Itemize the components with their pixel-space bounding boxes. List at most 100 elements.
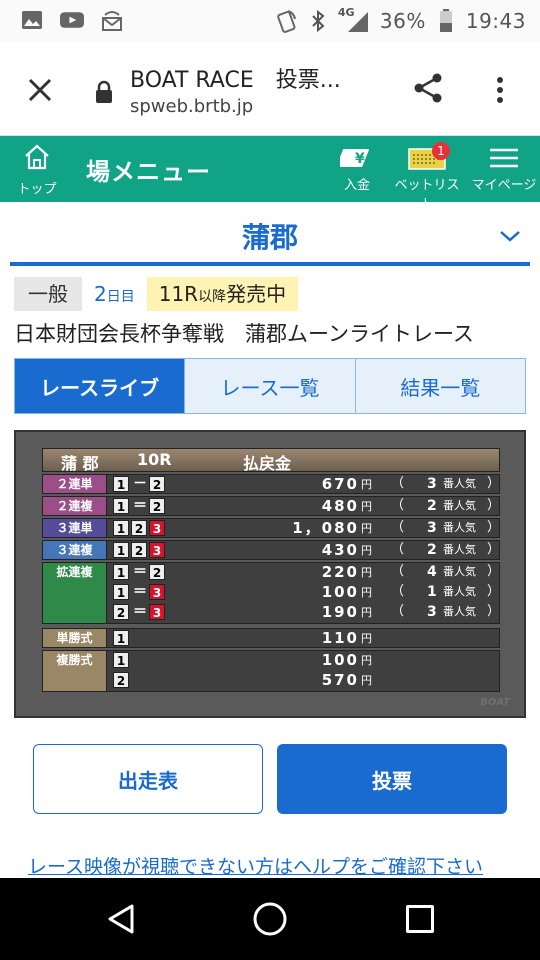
wide-line: 1 ＝ 3 100 円 （ 1 番人気 ）: [43, 583, 501, 603]
popularity: （ 3 番人気 ）: [383, 603, 501, 621]
more-menu-icon[interactable]: [490, 72, 510, 108]
site-nav: トップ 場メニュー ¥ 入金 1 ベットリスト マイページ: [0, 136, 540, 212]
home-icon: [25, 144, 49, 170]
popularity: （ 4 番人気 ）: [383, 563, 501, 581]
boat-number: 2: [149, 564, 165, 580]
bluetooth-icon: [306, 9, 330, 33]
boat-number: 1: [113, 476, 129, 492]
paren-open: （: [391, 564, 405, 579]
payout-amount: 480: [321, 497, 359, 515]
popularity: （ 3 番人気 ）: [383, 475, 501, 493]
popularity-suffix: 番人気: [443, 543, 476, 556]
grade-badge: 一般: [14, 277, 82, 311]
chevron-down-icon[interactable]: [498, 226, 522, 246]
battery-percent: 36%: [379, 9, 426, 33]
boat-number: 2: [149, 498, 165, 514]
payout-amount: 190: [321, 603, 359, 621]
paren-open: （: [391, 498, 405, 513]
payout-amount: 100: [321, 583, 359, 601]
boat-number: 2: [113, 672, 129, 688]
popularity-suffix: 番人気: [443, 565, 476, 578]
board-race: 10R: [137, 450, 172, 469]
boat-number: 1: [113, 564, 129, 580]
popularity-suffix: 番人気: [443, 477, 476, 490]
signal-icon: 4G: [338, 6, 372, 34]
popularity: （ 2 番人気 ）: [383, 541, 501, 559]
gallery-icon: [20, 8, 44, 32]
yen-unit: 円: [361, 478, 372, 491]
popularity-rank: 3: [427, 520, 437, 536]
popularity-rank: 2: [427, 498, 437, 514]
separator: －: [133, 476, 147, 492]
tab-race-live[interactable]: レースライブ: [15, 359, 186, 413]
separator: ＝: [133, 584, 147, 600]
vote-button[interactable]: 投票: [277, 744, 507, 814]
tab-race-list[interactable]: レース一覧: [185, 359, 356, 413]
popularity-rank: 2: [427, 542, 437, 558]
popularity-rank: 1: [427, 584, 437, 600]
yen-unit: 円: [361, 500, 372, 513]
deposit-icon: ¥: [340, 149, 370, 167]
browser-toolbar: BOAT RACE 投票... spweb.brtb.jp: [0, 42, 540, 136]
yen-unit: 円: [361, 586, 372, 599]
boat-number: 3: [149, 520, 165, 536]
paren-close: ）: [487, 564, 501, 579]
sale-status: 発売中: [226, 282, 287, 306]
tab-results[interactable]: 結果一覧: [355, 359, 525, 413]
payout-row-trifecta: ３連単 1 2 3 1，080 円 （ 3 番人気 ）: [42, 518, 500, 538]
board-header: 蒲 郡 10R 払戻金: [42, 448, 500, 473]
popularity-suffix: 番人気: [443, 499, 476, 512]
paren-open: （: [391, 542, 405, 557]
nfc-icon: [274, 9, 298, 33]
nav-home-button[interactable]: トップ: [14, 142, 60, 198]
entry-list-button[interactable]: 出走表: [33, 744, 263, 814]
payout-amount: 430: [321, 541, 359, 559]
payout-board: 蒲 郡 10R 払戻金 ２連単 1 － 2 670 円 （ 3 番人気 ） ２連複 1…: [14, 430, 526, 718]
venue-selector[interactable]: 蒲郡: [10, 204, 530, 266]
paren-close: ）: [487, 476, 501, 491]
separator: ＝: [133, 498, 147, 514]
help-link[interactable]: レース映像が視聴できない方はヘルプをご確認下さい: [28, 852, 483, 879]
boat-number: 2: [131, 542, 147, 558]
sale-status-badge: 11R以降発売中: [146, 277, 299, 311]
place-line: 2 570 円: [43, 671, 499, 691]
sale-race: 11R: [158, 282, 199, 306]
board-heading: 払戻金: [243, 454, 292, 473]
system-nav-bar: [0, 878, 540, 960]
svg-text:¥: ¥: [355, 151, 365, 167]
yen-unit: 円: [361, 522, 372, 535]
lock-icon: [94, 80, 114, 104]
status-bar: 4G 36% 19:43: [0, 0, 540, 42]
close-icon[interactable]: [22, 72, 58, 108]
betlist-badge: 1: [432, 142, 450, 160]
clock: 19:43: [465, 9, 526, 33]
broadcast-watermark: BOAT: [480, 697, 510, 708]
home-circle-icon[interactable]: [252, 901, 288, 937]
back-icon[interactable]: [104, 902, 138, 936]
popularity-suffix: 番人気: [443, 605, 476, 618]
paren-close: ）: [487, 604, 501, 619]
bet-type-label: ３連単: [43, 519, 107, 537]
recent-apps-icon[interactable]: [406, 905, 434, 933]
nav-deposit-button[interactable]: ¥ 入金: [336, 142, 378, 193]
nav-mypage-button[interactable]: マイページ: [470, 142, 538, 193]
yen-unit: 円: [361, 544, 372, 557]
yen-unit: 円: [361, 654, 372, 667]
nav-betlist-button[interactable]: 1 ベットリスト: [390, 142, 464, 212]
popularity: （ 2 番人気 ）: [383, 497, 501, 515]
boat-number: 3: [149, 542, 165, 558]
paren-open: （: [391, 604, 405, 619]
nav-mypage-label: マイページ: [471, 178, 537, 193]
yen-unit: 円: [361, 632, 372, 645]
day-suffix: 日目: [106, 289, 135, 305]
url-text[interactable]: spweb.brtb.jp: [130, 96, 253, 117]
popularity: （ 1 番人気 ）: [383, 583, 501, 601]
paren-close: ）: [487, 498, 501, 513]
yen-unit: 円: [361, 674, 372, 687]
payout-row-quinella: ２連複 1 ＝ 2 480 円 （ 2 番人気 ）: [42, 496, 500, 516]
day-indicator: 2日目: [90, 282, 139, 306]
share-icon[interactable]: [410, 70, 446, 106]
payout-row-exacta: ２連単 1 － 2 670 円 （ 3 番人気 ）: [42, 474, 500, 494]
nav-home-label: トップ: [17, 182, 57, 197]
boat-number: 3: [149, 584, 165, 600]
